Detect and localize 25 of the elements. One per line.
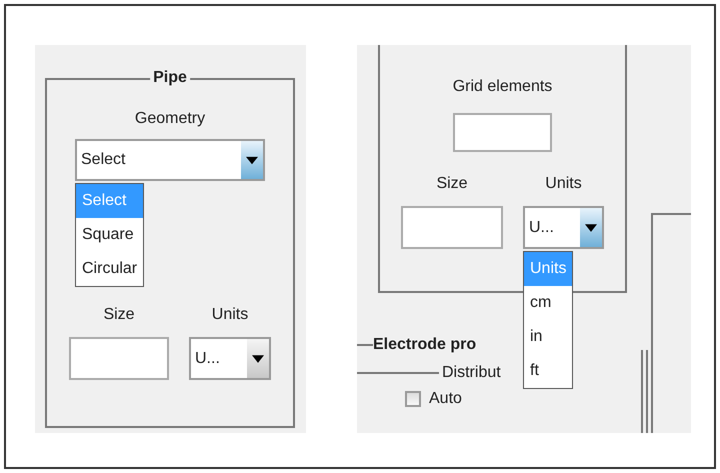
checkbox-label: Auto: [429, 389, 462, 409]
input-field[interactable]: [453, 113, 552, 152]
caret-icon: [241, 141, 263, 179]
dropdown[interactable]: U...: [189, 337, 271, 380]
field-label: Units: [545, 174, 582, 194]
group-title: Pipe: [150, 68, 190, 88]
dropdown[interactable]: U...: [523, 206, 604, 249]
field-label: Size: [103, 305, 135, 325]
input-field[interactable]: [401, 206, 503, 249]
field-label: Geometry: [134, 109, 206, 129]
group-title: Distribut: [442, 363, 501, 383]
field-label: Units: [212, 305, 248, 325]
dropdown-option[interactable]: cm: [524, 286, 572, 320]
checkbox[interactable]: [405, 391, 421, 407]
dropdown[interactable]: Select: [75, 139, 265, 181]
field-label: Size: [436, 174, 468, 194]
group-title: Electrode pro: [373, 335, 476, 355]
dropdown-option[interactable]: Circular: [76, 252, 144, 286]
dropdown-option[interactable]: ft: [524, 354, 572, 388]
dropdown-option[interactable]: Square: [76, 218, 144, 252]
field-label: Grid elements: [452, 77, 552, 97]
input-field[interactable]: [69, 337, 169, 380]
dropdown-option[interactable]: in: [524, 320, 572, 354]
caret-icon: [580, 208, 602, 247]
caret-icon: [247, 339, 269, 378]
